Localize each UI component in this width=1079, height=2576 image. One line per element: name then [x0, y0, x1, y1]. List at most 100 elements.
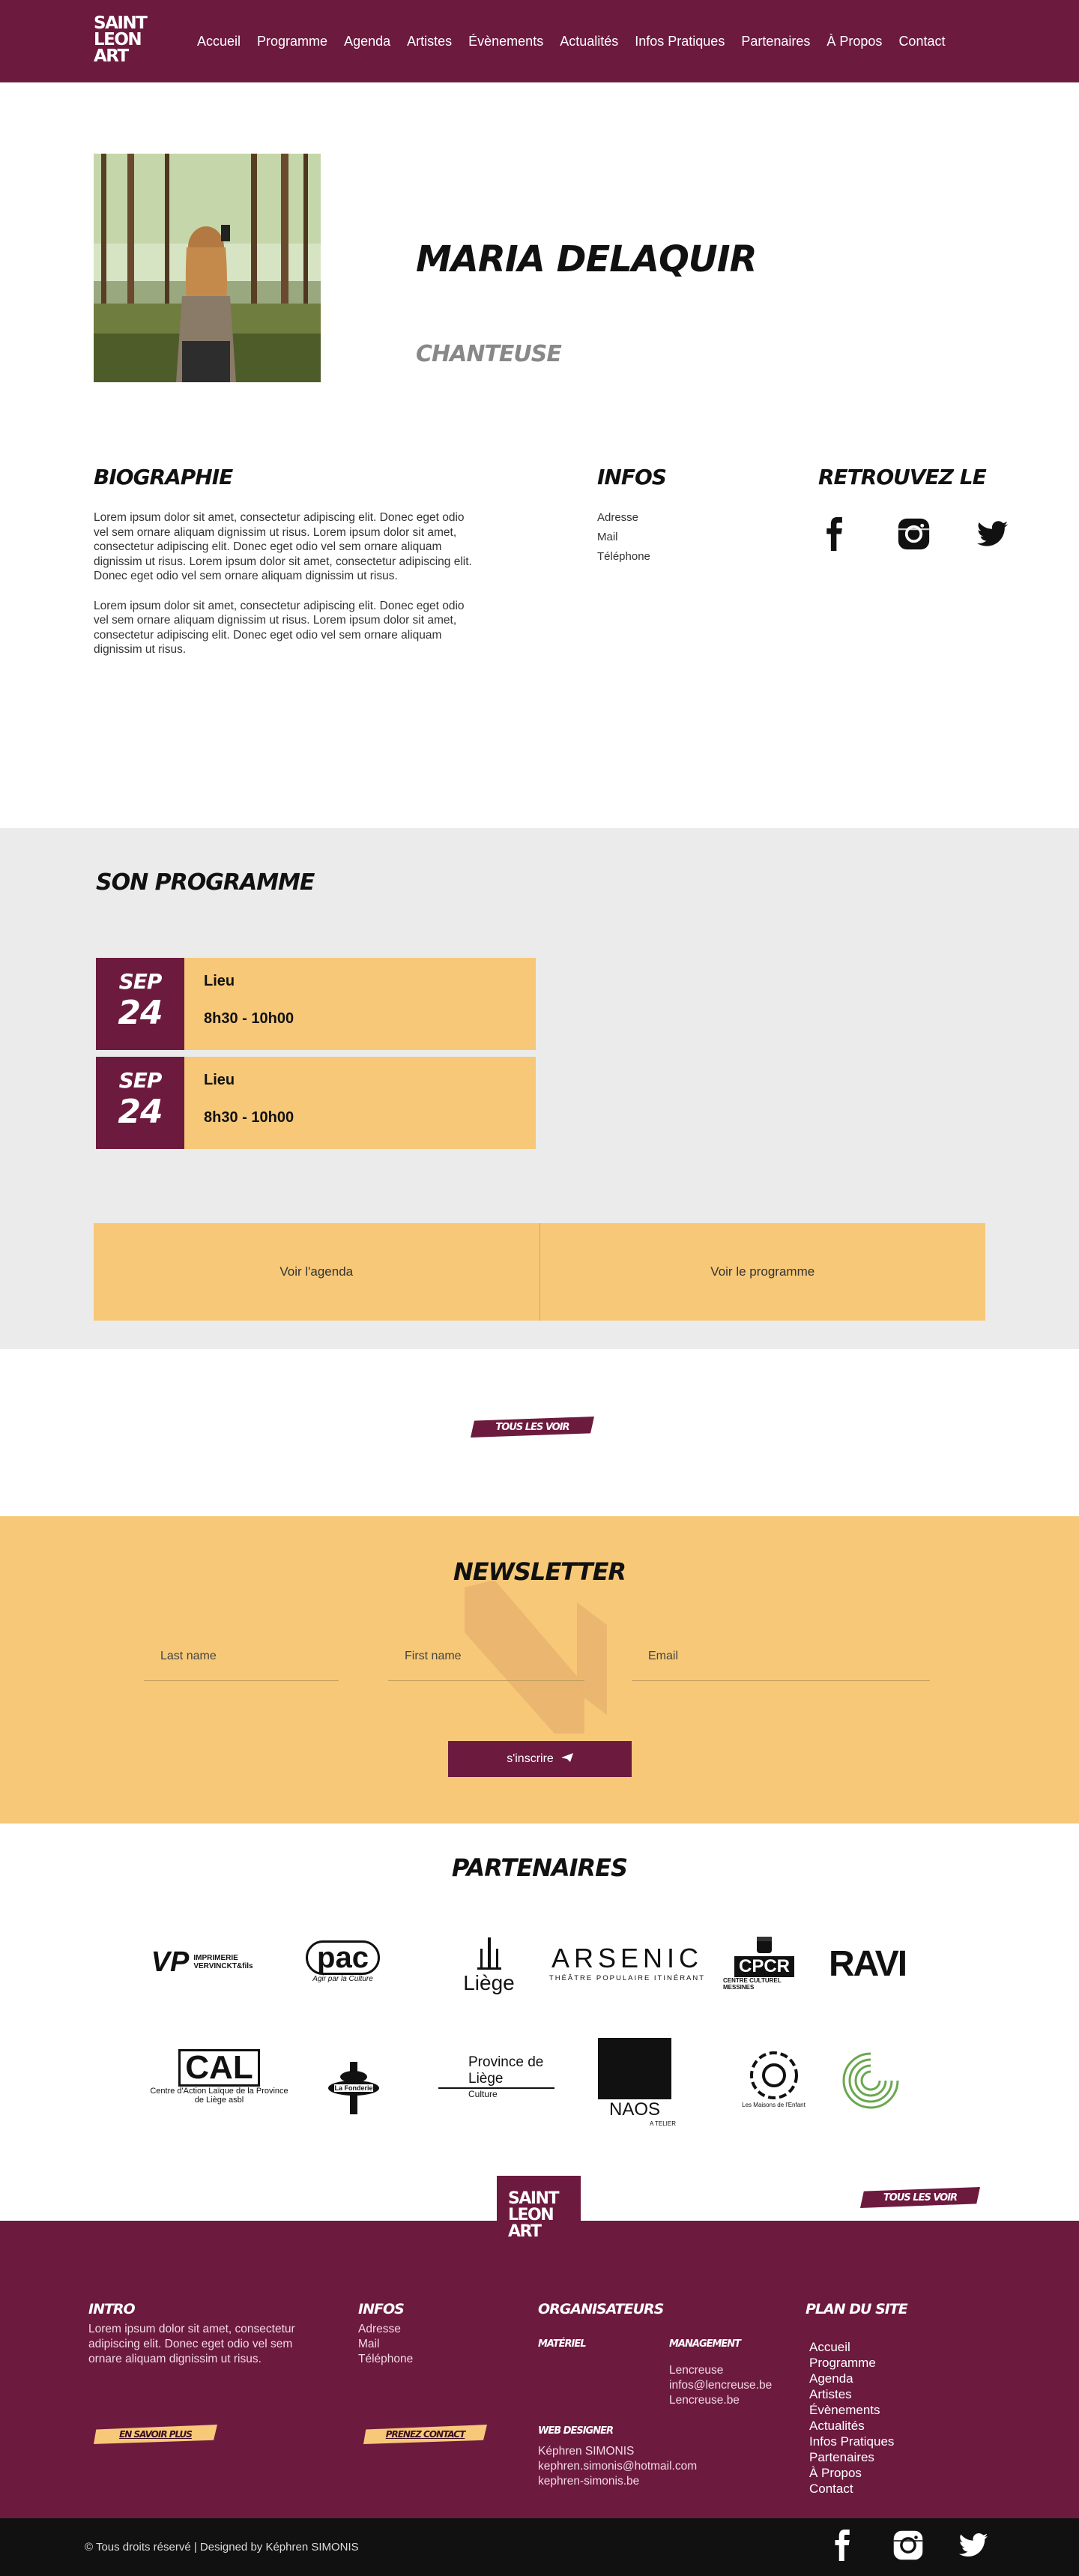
footer-logo[interactable]: SAINT LEON ART — [497, 2176, 581, 2251]
green-circle-icon — [842, 2051, 901, 2109]
partner-logo-text: Agir par la Culture — [312, 1974, 373, 1983]
see-all-button[interactable]: TOUS LES VOIR — [471, 1417, 594, 1438]
partner-logo-pac[interactable]: pac Agir par la Culture — [281, 1934, 405, 1988]
partner-logo-liege[interactable]: Liège — [446, 1928, 532, 2003]
logo-line: ART — [508, 2222, 542, 2241]
sitemap-a-propos[interactable]: À Propos — [809, 2465, 894, 2481]
partner-logo-province-liege[interactable]: Province de Liège Culture — [438, 2045, 554, 2108]
partner-logo-ccm[interactable]: CPCR CENTRE CULTUREL MESSINES — [723, 1928, 806, 1996]
webdesigner-website[interactable]: kephren-simonis.be — [538, 2474, 697, 2489]
nav-evenements[interactable]: Évènements — [468, 34, 543, 49]
logo-line: ART — [94, 46, 129, 66]
programme-section: SON PROGRAMME SEP 24 Lieu 8h30 - 10h00 S… — [0, 828, 1079, 1349]
sitemap-programme[interactable]: Programme — [809, 2355, 894, 2371]
partner-logo-mark: ARSENIC — [551, 1942, 704, 1973]
see-programme-link[interactable]: Voir le programme — [540, 1223, 986, 1321]
nav-partenaires[interactable]: Partenaires — [741, 34, 810, 49]
logo-line: SAINT — [508, 2189, 559, 2208]
event-month: SEP — [118, 969, 163, 994]
partner-logo-maisons-enfant[interactable]: Les Maisons de l'Enfant — [734, 2041, 813, 2116]
event-time: 8h30 - 10h00 — [204, 1010, 294, 1027]
nav-actualites[interactable]: Actualités — [560, 34, 618, 49]
sitemap-evenements[interactable]: Évènements — [809, 2402, 894, 2418]
nav-artistes[interactable]: Artistes — [407, 34, 452, 49]
twitter-icon[interactable] — [976, 517, 1009, 554]
site-logo[interactable]: SAINT LEON ART — [94, 15, 160, 67]
footer-info-address: Adresse — [358, 2323, 401, 2335]
sitemap-artistes[interactable]: Artistes — [809, 2386, 894, 2402]
sitemap-contact[interactable]: Contact — [809, 2481, 894, 2497]
spiral-emblem-icon — [749, 2051, 798, 2099]
event-details: Lieu 8h30 - 10h00 — [184, 1057, 294, 1149]
event-month: SEP — [118, 1068, 163, 1093]
instagram-icon[interactable] — [892, 2530, 924, 2564]
partner-logo-mark: Liège — [463, 1970, 515, 1994]
send-icon — [560, 1752, 573, 1766]
twitter-icon[interactable] — [958, 2530, 989, 2564]
event-date: SEP 24 — [96, 1057, 184, 1149]
partner-logo-text: IMPRIMERIE VERVINCKT&fils — [193, 1954, 253, 1970]
footer-intro-title: INTRO — [88, 2301, 136, 2317]
email-input[interactable]: Email — [632, 1650, 930, 1681]
learn-more-button[interactable]: EN SAVOIR PLUS — [94, 2425, 217, 2444]
bio-paragraph: Lorem ipsum dolor sit amet, consectetur … — [94, 599, 465, 657]
management-email[interactable]: infos@lencreuse.be — [669, 2378, 772, 2393]
partners-title: PARTENAIRES — [451, 1853, 628, 1882]
artist-name: MARIA DELAQUIR — [416, 238, 758, 280]
nav-accueil[interactable]: Accueil — [197, 34, 241, 49]
event-date: SEP 24 — [96, 958, 184, 1050]
naos-square — [598, 2038, 671, 2099]
info-address: Adresse — [597, 511, 639, 524]
artist-role: CHANTEUSE — [416, 341, 562, 367]
last-name-input[interactable]: Last name — [144, 1650, 339, 1681]
sitemap-accueil[interactable]: Accueil — [809, 2339, 894, 2355]
first-name-input[interactable]: First name — [388, 1650, 584, 1681]
liege-perron-icon — [477, 1937, 501, 1970]
subscribe-button[interactable]: s'inscrire — [448, 1741, 632, 1777]
site-header: SAINT LEON ART Accueil Programme Agenda … — [0, 0, 1079, 82]
partner-logo-cal[interactable]: CAL Centre d'Action Laïque de la Provinc… — [146, 2041, 292, 2112]
sitemap-infos-pratiques[interactable]: Infos Pratiques — [809, 2434, 894, 2449]
infos-title: INFOS — [597, 465, 667, 489]
sitemap-agenda[interactable]: Agenda — [809, 2371, 894, 2386]
find-him-title: RETROUVEZ LE — [818, 465, 987, 489]
contact-button[interactable]: PRENEZ CONTACT — [363, 2425, 487, 2444]
event-place: Lieu — [204, 1072, 235, 1088]
nav-infos-pratiques[interactable]: Infos Pratiques — [635, 34, 725, 49]
site-footer: SAINT LEON ART INTRO Lorem ipsum dolor s… — [0, 2176, 1079, 2518]
nav-contact[interactable]: Contact — [898, 34, 945, 49]
see-agenda-link[interactable]: Voir l'agenda — [94, 1223, 540, 1321]
nav-programme[interactable]: Programme — [257, 34, 327, 49]
partner-logo-text: A TELIER — [650, 2120, 676, 2127]
partner-logo-text: CENTRE CULTUREL MESSINES — [723, 1977, 782, 1991]
nav-a-propos[interactable]: À Propos — [826, 34, 882, 49]
partners-see-all-button[interactable]: TOUS LES VOIR — [860, 2187, 980, 2208]
event-card[interactable]: SEP 24 Lieu 8h30 - 10h00 — [96, 958, 536, 1050]
sitemap-partenaires[interactable]: Partenaires — [809, 2449, 894, 2465]
event-details: Lieu 8h30 - 10h00 — [184, 958, 294, 1050]
partner-logo-naos[interactable]: NAOS A TELIER — [593, 2036, 676, 2129]
facebook-icon[interactable] — [818, 517, 852, 554]
nav-agenda[interactable]: Agenda — [344, 34, 390, 49]
artist-info: BIOGRAPHIE Lorem ipsum dolor sit amet, c… — [0, 371, 1079, 828]
partners-section: PARTENAIRES VP IMPRIMERIE VERVINCKT&fils… — [0, 1824, 1079, 2221]
partner-logo-text: Culture — [468, 2088, 498, 2099]
partner-logo-vervinckt[interactable]: VP IMPRIMERIE VERVINCKT&fils — [146, 1936, 266, 1988]
sitemap-actualites[interactable]: Actualités — [809, 2418, 894, 2434]
webdesigner-email[interactable]: kephren.simonis@hotmail.com — [538, 2459, 697, 2474]
subscribe-label: s'inscrire — [507, 1752, 554, 1765]
logo-line: SAINT — [94, 13, 148, 33]
facebook-icon[interactable] — [827, 2530, 859, 2564]
partner-logo-fonderie[interactable]: La Fonderie — [316, 2045, 391, 2114]
instagram-icon[interactable] — [897, 517, 931, 554]
partner-logo-arsenic[interactable]: ARSENIC THÉÂTRE POPULAIRE ITINÉRANT — [541, 1936, 713, 1988]
event-time: 8h30 - 10h00 — [204, 1109, 294, 1126]
partner-logo-mark: CPCR — [734, 1956, 794, 1977]
management-website[interactable]: Lencreuse.be — [669, 2393, 772, 2408]
partner-logo-green[interactable] — [838, 2047, 904, 2114]
logo-line: LEON — [508, 2206, 554, 2224]
partner-logo-mark: RAVI — [828, 1944, 907, 1984]
partner-logo-ravi[interactable]: RAVI — [820, 1943, 914, 1985]
event-card[interactable]: SEP 24 Lieu 8h30 - 10h00 — [96, 1057, 536, 1149]
footer-sitemap: Accueil Programme Agenda Artistes Évènem… — [809, 2339, 894, 2497]
